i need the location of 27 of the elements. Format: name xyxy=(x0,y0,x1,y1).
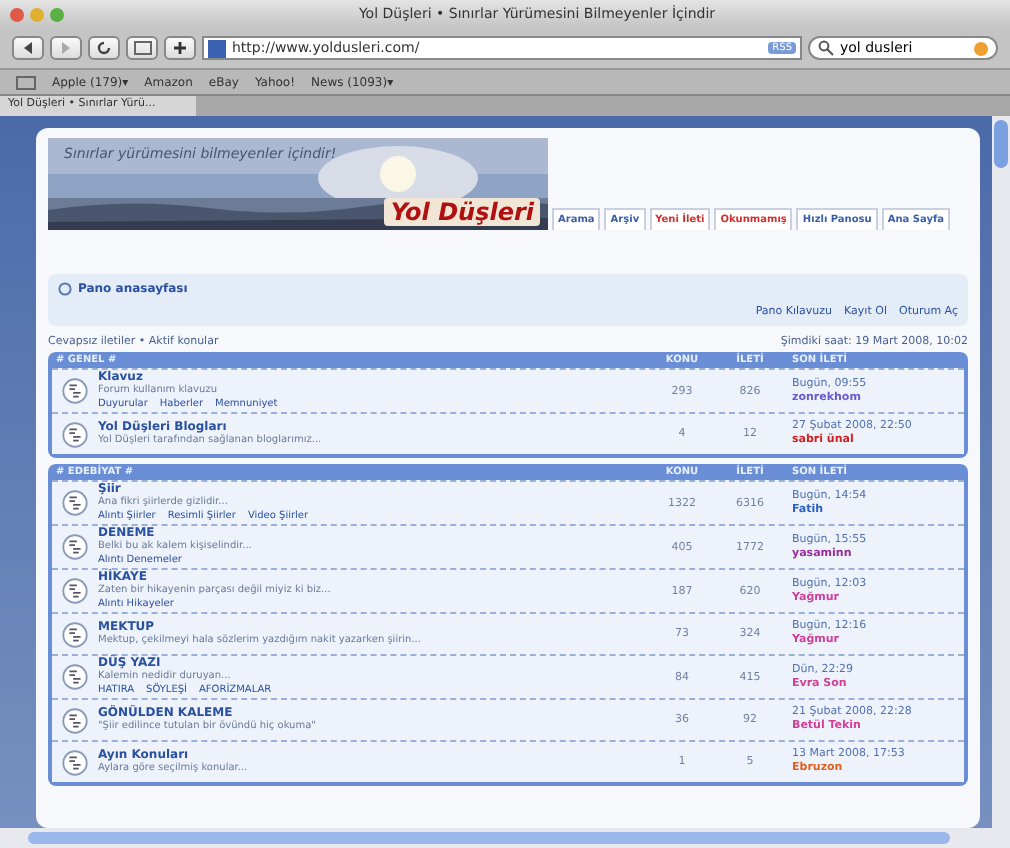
search-icon xyxy=(818,40,834,56)
clear-icon[interactable] xyxy=(974,41,988,55)
forum-icon xyxy=(62,490,88,516)
reload-button[interactable] xyxy=(88,36,120,60)
forum-icon xyxy=(62,664,88,690)
bookmarks-button[interactable] xyxy=(126,36,158,60)
horizontal-scrollbar[interactable] xyxy=(0,828,1010,848)
forum-icon xyxy=(62,421,88,447)
forum-icon xyxy=(62,378,88,404)
forum-icon xyxy=(62,749,88,775)
vertical-scrollbar[interactable] xyxy=(992,116,1010,828)
forum-icon xyxy=(62,621,88,647)
circle-icon xyxy=(58,282,72,296)
forum-icon xyxy=(62,707,88,733)
add-bookmark-button[interactable] xyxy=(164,36,196,60)
site-icon xyxy=(208,39,226,57)
forward-arrow-icon xyxy=(58,40,74,56)
forum-icon xyxy=(62,534,88,560)
site-logo[interactable]: Yol Düşleri xyxy=(384,198,540,226)
open-book-icon[interactable] xyxy=(16,75,36,89)
window-controls-icon[interactable] xyxy=(10,7,64,21)
reload-icon xyxy=(96,40,112,56)
forum-icon xyxy=(62,578,88,604)
book-icon xyxy=(133,40,151,56)
plus-icon xyxy=(172,40,188,56)
back-button[interactable] xyxy=(12,36,44,60)
back-arrow-icon xyxy=(20,40,36,56)
